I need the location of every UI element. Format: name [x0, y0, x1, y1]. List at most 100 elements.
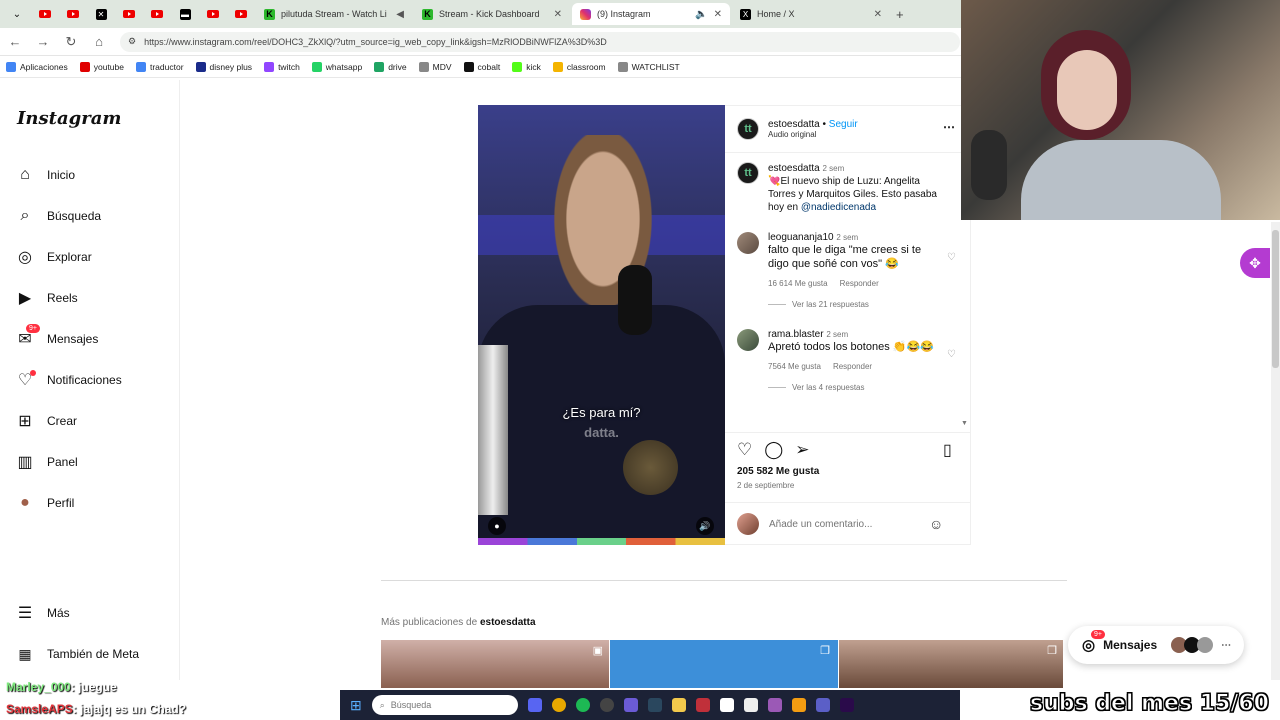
- sidebar-item-more[interactable]: ☰ Más: [16, 604, 70, 622]
- premiere-icon[interactable]: [839, 698, 854, 712]
- post-thumbnail[interactable]: ▣: [381, 640, 609, 688]
- discord-icon[interactable]: [527, 698, 542, 712]
- pinned-tab[interactable]: ✕: [88, 3, 114, 25]
- pinned-tab[interactable]: [116, 3, 142, 25]
- view-replies-button[interactable]: Ver las 21 respuestas: [792, 300, 869, 309]
- caption-user[interactable]: estoesdatta: [768, 163, 820, 174]
- emoji-icon[interactable]: ☺: [929, 516, 943, 532]
- pinned-tab[interactable]: [32, 3, 58, 25]
- bookmark-item[interactable]: MDV: [418, 61, 452, 72]
- reply-button[interactable]: Responder: [833, 362, 872, 371]
- bookmark-item[interactable]: Aplicaciones: [6, 61, 68, 72]
- bookmark-item[interactable]: traductor: [135, 61, 184, 72]
- tab-menu-icon[interactable]: ⌄: [4, 3, 30, 25]
- bookmark-item[interactable]: whatsapp: [311, 61, 362, 72]
- spotify-icon[interactable]: [575, 698, 590, 712]
- reel-video[interactable]: ¿Es para mí? datta. ● 🔊: [478, 105, 725, 545]
- comment-user[interactable]: rama.blaster: [768, 329, 824, 340]
- sidebar-item-explorar[interactable]: ◎ Explorar: [16, 248, 92, 266]
- pinned-tab[interactable]: [200, 3, 226, 25]
- bookmark-item[interactable]: disney plus: [195, 61, 252, 72]
- site-info-icon[interactable]: ⚙: [128, 36, 136, 47]
- caption-avatar[interactable]: tt: [737, 162, 759, 184]
- forward-icon[interactable]: →: [36, 34, 50, 49]
- sidebar-item-reels[interactable]: ▶ Reels: [16, 289, 78, 307]
- share-icon[interactable]: ➢: [795, 440, 809, 460]
- sidebar-item-meta[interactable]: ▦ También de Meta: [16, 645, 139, 663]
- taskbar-search[interactable]: ⌕ Búsqueda: [371, 695, 518, 715]
- fl-studio-icon[interactable]: [791, 698, 806, 712]
- comment-like-icon[interactable]: ♡: [947, 349, 956, 392]
- post-thumbnail[interactable]: ❐: [610, 640, 838, 688]
- view-replies-button[interactable]: Ver las 4 respuestas: [792, 383, 864, 392]
- volume-button[interactable]: 🔊: [696, 517, 714, 535]
- scrollbar-thumb[interactable]: [1272, 230, 1279, 368]
- teams-icon[interactable]: [815, 698, 830, 712]
- tab-x-home[interactable]: X Home / X ✕: [732, 3, 890, 25]
- author-name[interactable]: estoesdatta: [768, 119, 820, 130]
- scroll-down-icon[interactable]: ▼: [961, 420, 968, 427]
- sidebar-item-mensajes[interactable]: ✉ 9+ Mensajes: [16, 324, 98, 348]
- like-count[interactable]: 205 582 Me gusta: [737, 466, 819, 477]
- speaker-icon[interactable]: 🔈: [695, 9, 707, 20]
- close-icon[interactable]: ✕: [554, 9, 562, 20]
- comment-input[interactable]: [769, 518, 919, 530]
- capcut-icon[interactable]: [719, 698, 734, 712]
- caption-mention[interactable]: @nadiedicenada: [801, 202, 876, 213]
- more-posts-user[interactable]: estoesdatta: [480, 617, 536, 628]
- bookmark-item[interactable]: drive: [374, 61, 407, 72]
- bookmark-icon[interactable]: ▯: [943, 440, 952, 460]
- tab-kick-stream[interactable]: K pilutuda Stream - Watch Li ◀: [256, 3, 412, 25]
- pinned-tab[interactable]: [60, 3, 86, 25]
- post-thumbnail[interactable]: ❐: [839, 640, 1063, 688]
- notion-icon[interactable]: [743, 698, 758, 712]
- tab-instagram[interactable]: (9) Instagram 🔈 ✕: [572, 3, 730, 25]
- author-avatar[interactable]: tt: [737, 118, 759, 140]
- pinned-tab[interactable]: [228, 3, 254, 25]
- bookmark-item[interactable]: youtube: [79, 61, 124, 72]
- reload-icon[interactable]: ↻: [64, 34, 78, 50]
- tab-kick-dashboard[interactable]: K Stream - Kick Dashboard ✕: [414, 3, 570, 25]
- app-icon[interactable]: [623, 698, 638, 712]
- reply-button[interactable]: Responder: [840, 279, 879, 288]
- sidebar-item-notificaciones[interactable]: ♡ Notificaciones: [16, 370, 122, 389]
- app-icon[interactable]: [767, 698, 782, 712]
- like-icon[interactable]: ♡: [737, 440, 752, 460]
- bookmark-item[interactable]: cobalt: [463, 61, 500, 72]
- extension-float-icon[interactable]: ✥: [1240, 248, 1270, 278]
- mute-icon[interactable]: ◀: [396, 9, 404, 20]
- pinned-tab[interactable]: ▬: [172, 3, 198, 25]
- comment-like-icon[interactable]: ♡: [947, 252, 956, 309]
- url-field[interactable]: ⚙ https://www.instagram.com/reel/DOHC3_Z…: [120, 31, 960, 52]
- more-options-icon[interactable]: ⋯: [943, 120, 955, 134]
- user-tag-button[interactable]: ●: [488, 517, 506, 535]
- sidebar-item-panel[interactable]: ▥ Panel: [16, 453, 77, 471]
- sidebar-item-perfil[interactable]: ● Perfil: [16, 494, 74, 512]
- bookmark-item[interactable]: twitch: [264, 61, 300, 72]
- bookmark-item[interactable]: kick: [512, 61, 541, 72]
- video-progress-bar[interactable]: [478, 538, 725, 545]
- pinned-tab[interactable]: [144, 3, 170, 25]
- close-icon[interactable]: ✕: [874, 9, 882, 20]
- back-icon[interactable]: ←: [8, 34, 22, 49]
- bookmark-item[interactable]: WATCHLIST: [617, 61, 680, 72]
- close-icon[interactable]: ✕: [714, 9, 722, 20]
- comment-avatar[interactable]: [737, 232, 759, 254]
- chrome-icon[interactable]: [551, 698, 566, 712]
- folder-icon[interactable]: [671, 698, 686, 712]
- steam-icon[interactable]: [647, 698, 662, 712]
- audio-label[interactable]: Audio original: [768, 130, 858, 139]
- app-icon[interactable]: [695, 698, 710, 712]
- sidebar-item-crear[interactable]: ⊞ Crear: [16, 412, 77, 430]
- comment-likes[interactable]: 16 614 Me gusta: [768, 279, 828, 288]
- sidebar-item-inicio[interactable]: ⌂ Inicio: [16, 166, 75, 184]
- messages-pill[interactable]: ◎ 9+ Mensajes ⋯: [1068, 626, 1244, 664]
- comment-user[interactable]: leoguananja10: [768, 232, 834, 243]
- comment-icon[interactable]: ◯: [764, 440, 783, 460]
- comment-likes[interactable]: 7564 Me gusta: [768, 362, 821, 371]
- bookmark-item[interactable]: classroom: [552, 61, 606, 72]
- instagram-logo[interactable]: Instagram: [17, 108, 121, 129]
- obs-icon[interactable]: [599, 698, 614, 712]
- home-icon[interactable]: ⌂: [92, 34, 106, 49]
- new-tab-icon[interactable]: +: [896, 7, 904, 22]
